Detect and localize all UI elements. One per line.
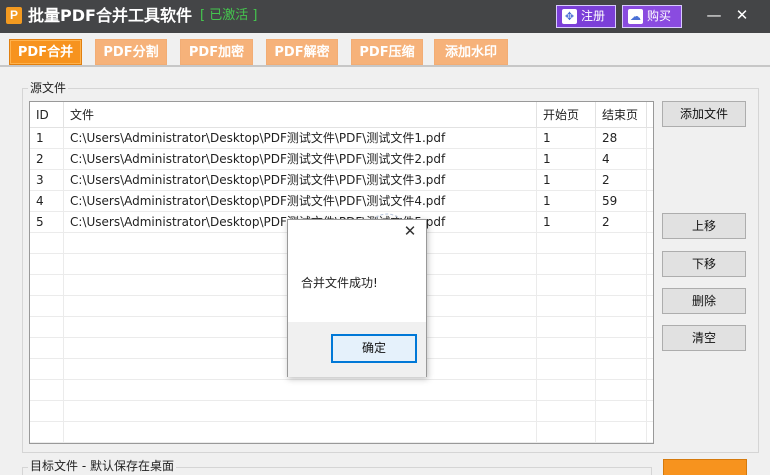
cloud-icon: ☁ xyxy=(628,9,643,24)
delete-button[interactable]: 删除 xyxy=(662,288,746,314)
app-logo-icon: P xyxy=(6,7,22,24)
cell-id: 5 xyxy=(30,212,64,233)
cell-start-page[interactable]: 1 xyxy=(537,212,596,233)
tab-add-watermark[interactable]: 添加水印 xyxy=(434,39,508,65)
tab-divider xyxy=(0,65,770,67)
cell-end-page[interactable]: 28 xyxy=(596,128,647,149)
success-dialog: ✕ 合并文件成功! 确定 xyxy=(287,219,427,377)
close-window-button[interactable]: ✕ xyxy=(731,4,753,26)
cell-start-page[interactable]: 1 xyxy=(537,170,596,191)
empty-row xyxy=(30,401,653,422)
cell-start-page[interactable]: 1 xyxy=(537,191,596,212)
title-bar: P 批量PDF合并工具软件 [ 已激活 ] ✥ 注册 ☁ 购买 — ✕ xyxy=(0,0,770,33)
cell-end-page[interactable]: 2 xyxy=(596,170,647,191)
move-down-button[interactable]: 下移 xyxy=(662,251,746,277)
empty-row xyxy=(30,380,653,401)
register-label: 注册 xyxy=(581,9,606,23)
dialog-close-button[interactable]: ✕ xyxy=(402,222,418,240)
cell-end-page[interactable]: 2 xyxy=(596,212,647,233)
dialog-footer: 确定 xyxy=(288,322,426,377)
empty-row xyxy=(30,422,653,443)
app-title: 批量PDF合并工具软件 xyxy=(28,6,192,25)
cell-file: C:\Users\Administrator\Desktop\PDF测试文件\P… xyxy=(64,149,537,170)
tab-bar: PDF合并 PDF分割 PDF加密 PDF解密 PDF压缩 添加水印 xyxy=(0,33,770,67)
cell-end-page[interactable]: 4 xyxy=(596,149,647,170)
cell-id: 2 xyxy=(30,149,64,170)
cell-file: C:\Users\Administrator\Desktop\PDF测试文件\P… xyxy=(64,170,537,191)
column-header-end-page[interactable]: 结束页 xyxy=(596,102,647,128)
register-button[interactable]: ✥ 注册 xyxy=(556,5,616,28)
target-files-label: 目标文件 - 默认保存在桌面 xyxy=(28,459,176,473)
tab-pdf-compress[interactable]: PDF压缩 xyxy=(351,39,423,65)
table-row[interactable]: 4 C:\Users\Administrator\Desktop\PDF测试文件… xyxy=(30,191,653,212)
source-files-label: 源文件 xyxy=(28,81,69,95)
clear-button[interactable]: 清空 xyxy=(662,325,746,351)
cell-start-page[interactable]: 1 xyxy=(537,128,596,149)
table-row[interactable]: 2 C:\Users\Administrator\Desktop\PDF测试文件… xyxy=(30,149,653,170)
buy-label: 购买 xyxy=(647,9,672,23)
column-header-start-page[interactable]: 开始页 xyxy=(537,102,596,128)
tab-pdf-split[interactable]: PDF分割 xyxy=(95,39,167,65)
dialog-ok-button[interactable]: 确定 xyxy=(331,334,417,363)
buy-button[interactable]: ☁ 购买 xyxy=(622,5,682,28)
table-row[interactable]: 1 C:\Users\Administrator\Desktop\PDF测试文件… xyxy=(30,128,653,149)
cell-file: C:\Users\Administrator\Desktop\PDF测试文件\P… xyxy=(64,191,537,212)
dialog-message: 合并文件成功! xyxy=(301,276,378,290)
crosshair-icon: ✥ xyxy=(562,9,577,24)
cell-id: 4 xyxy=(30,191,64,212)
column-header-file[interactable]: 文件 xyxy=(64,102,537,128)
cell-end-page[interactable]: 59 xyxy=(596,191,647,212)
cell-start-page[interactable]: 1 xyxy=(537,149,596,170)
activation-status: [ 已激活 ] xyxy=(200,8,258,23)
move-up-button[interactable]: 上移 xyxy=(662,213,746,239)
start-button[interactable] xyxy=(663,459,747,475)
tab-pdf-decrypt[interactable]: PDF解密 xyxy=(266,39,338,65)
cell-file: C:\Users\Administrator\Desktop\PDF测试文件\P… xyxy=(64,128,537,149)
cell-id: 1 xyxy=(30,128,64,149)
cell-id: 3 xyxy=(30,170,64,191)
tab-pdf-encrypt[interactable]: PDF加密 xyxy=(180,39,253,65)
tab-pdf-merge[interactable]: PDF合并 xyxy=(9,39,82,65)
minimize-button[interactable]: — xyxy=(703,4,725,26)
add-file-button[interactable]: 添加文件 xyxy=(662,101,746,127)
table-row[interactable]: 3 C:\Users\Administrator\Desktop\PDF测试文件… xyxy=(30,170,653,191)
table-header: ID 文件 开始页 结束页 xyxy=(30,102,653,128)
column-header-id[interactable]: ID xyxy=(30,102,64,128)
